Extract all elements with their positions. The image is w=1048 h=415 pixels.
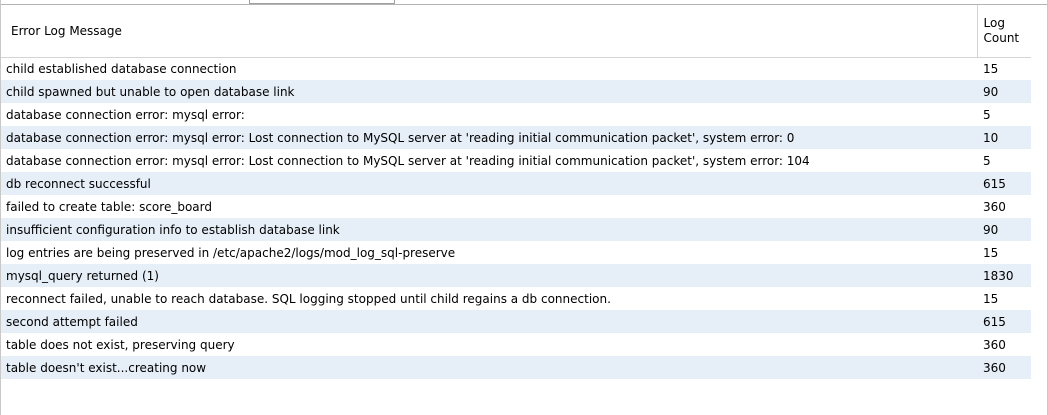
message-cell[interactable]: table does not exist, preserving query [1,333,977,356]
count-cell[interactable]: 15 [977,57,1031,80]
header-row: Error Log Message Log Count [1,5,1031,58]
message-cell[interactable]: log entries are being preserved in /etc/… [1,241,977,264]
table-row[interactable]: child spawned but unable to open databas… [1,80,1031,103]
count-cell[interactable]: 90 [977,80,1031,103]
count-cell[interactable]: 15 [977,241,1031,264]
message-cell[interactable]: database connection error: mysql error: … [1,126,977,149]
message-cell[interactable]: child established database connection [1,57,977,80]
count-cell[interactable]: 10 [977,126,1031,149]
table-row[interactable]: failed to create table: score_board 360 [1,195,1031,218]
message-cell[interactable]: database connection error: mysql error: … [1,149,977,172]
column-header-log-count[interactable]: Log Count [977,5,1031,58]
count-cell[interactable]: 360 [977,333,1031,356]
table-row[interactable]: db reconnect successful 615 [1,172,1031,195]
table-row[interactable]: database connection error: mysql error: … [1,149,1031,172]
table-body: child established database connection 15… [1,57,1031,379]
column-header-error-log-message[interactable]: Error Log Message [1,5,978,58]
table-row[interactable]: database connection error: mysql error: … [1,126,1031,149]
error-log-table: Error Log Message Log Count child establ… [1,5,1031,379]
table-row[interactable]: second attempt failed 615 [1,310,1031,333]
count-cell[interactable]: 615 [977,310,1031,333]
table-row[interactable]: table doesn't exist...creating now 360 [1,356,1031,379]
table-row[interactable]: reconnect failed, unable to reach databa… [1,287,1031,310]
table-row[interactable]: log entries are being preserved in /etc/… [1,241,1031,264]
table-row[interactable]: mysql_query returned (1) 1830 [1,264,1031,287]
column-header-label-line1: Log [983,15,1005,30]
message-cell[interactable]: database connection error: mysql error: [1,103,977,126]
message-cell[interactable]: db reconnect successful [1,172,977,195]
message-cell[interactable]: mysql_query returned (1) [1,264,977,287]
table-row[interactable]: insufficient configuration info to estab… [1,218,1031,241]
result-grid-panel: Error Log Message Log Count child establ… [0,0,1048,415]
message-cell[interactable]: reconnect failed, unable to reach databa… [1,287,977,310]
count-cell[interactable]: 5 [977,149,1031,172]
count-cell[interactable]: 5 [977,103,1031,126]
table-row[interactable]: database connection error: mysql error: … [1,103,1031,126]
count-cell[interactable]: 15 [977,287,1031,310]
count-cell[interactable]: 615 [977,172,1031,195]
message-cell[interactable]: insufficient configuration info to estab… [1,218,977,241]
count-cell[interactable]: 90 [977,218,1031,241]
message-cell[interactable]: table doesn't exist...creating now [1,356,977,379]
count-cell[interactable]: 360 [977,195,1031,218]
message-cell[interactable]: failed to create table: score_board [1,195,977,218]
message-cell[interactable]: child spawned but unable to open databas… [1,80,977,103]
table-row[interactable]: child established database connection 15 [1,57,1031,80]
count-cell[interactable]: 1830 [977,264,1031,287]
message-cell[interactable]: second attempt failed [1,310,977,333]
column-header-label: Error Log Message [11,23,122,38]
count-cell[interactable]: 360 [977,356,1031,379]
column-header-label-line2: Count [983,30,1020,45]
table-row[interactable]: table does not exist, preserving query 3… [1,333,1031,356]
